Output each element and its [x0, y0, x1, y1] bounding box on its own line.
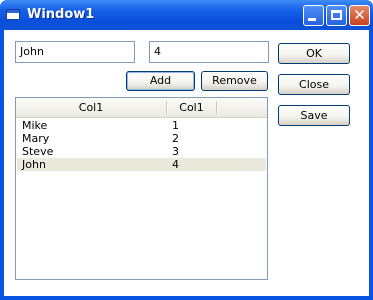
table-row[interactable]: Steve 3 — [17, 145, 266, 158]
client-area: John 4 Add Remove OK Close Save Col1 Col… — [4, 30, 369, 296]
close-button[interactable]: Close — [278, 74, 350, 95]
column-divider[interactable] — [216, 101, 217, 114]
remove-button[interactable]: Remove — [201, 71, 268, 91]
cell-number: 4 — [172, 158, 179, 171]
cell-name: Mike — [22, 119, 48, 132]
close-icon: ✕ — [353, 6, 366, 24]
add-button[interactable]: Add — [126, 71, 195, 91]
title-bar[interactable]: Window1 ✕ — [0, 0, 373, 30]
maximize-icon — [331, 10, 342, 20]
save-button[interactable]: Save — [278, 105, 350, 126]
table-row-selected[interactable]: John 4 — [17, 158, 266, 171]
window-icon — [6, 9, 20, 20]
table-row[interactable]: Mike 1 — [17, 119, 266, 132]
table-row[interactable]: Mary 2 — [17, 132, 266, 145]
cell-number: 3 — [172, 145, 179, 158]
column-header-1[interactable]: Col1 — [16, 98, 166, 117]
column-header-2[interactable]: Col1 — [167, 98, 216, 117]
app-window: Window1 ✕ John 4 Add Remove OK Close Sav… — [0, 0, 373, 300]
data-list-view[interactable]: Col1 Col1 Mike 1 Mary 2 Steve 3 John 4 — [15, 97, 268, 280]
minimize-button[interactable] — [303, 5, 324, 26]
number-input[interactable]: 4 — [149, 41, 269, 63]
minimize-icon — [308, 18, 316, 21]
ok-button[interactable]: OK — [278, 43, 350, 64]
name-input[interactable]: John — [15, 41, 135, 63]
close-window-button[interactable]: ✕ — [349, 5, 370, 26]
cell-number: 2 — [172, 132, 179, 145]
window-title: Window1 — [27, 7, 95, 22]
cell-name: Steve — [22, 145, 54, 158]
cell-number: 1 — [172, 119, 179, 132]
cell-name: Mary — [22, 132, 50, 145]
cell-name: John — [22, 158, 46, 171]
list-header: Col1 Col1 — [16, 98, 267, 118]
maximize-button[interactable] — [326, 5, 347, 26]
